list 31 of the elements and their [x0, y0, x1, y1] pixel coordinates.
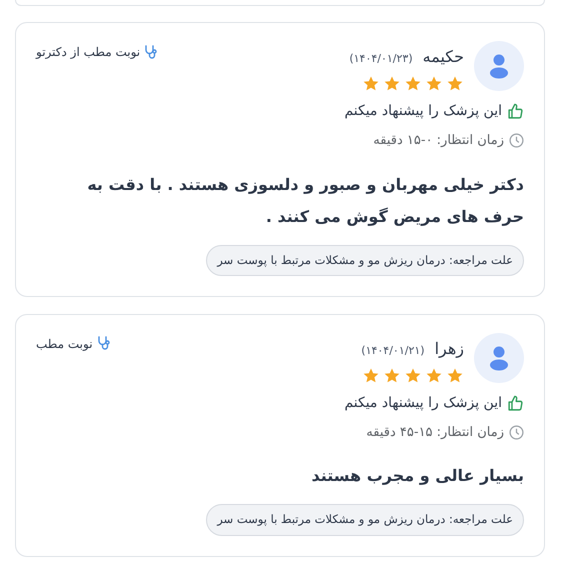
star-icon — [404, 75, 422, 93]
wait-time: زمان انتظار: ۰-۱۵ دقیقه — [373, 132, 504, 150]
booking-type: نوبت مطب — [36, 336, 93, 353]
clock-icon — [509, 133, 524, 148]
visit-reason-tag: علت مراجعه: درمان ریزش مو و مشکلات مرتبط با پوست سر — [206, 244, 524, 276]
review-comment: دکتر خیلی مهربان و صبور و دلسوزی هستند . با دقت به حرف های مریض گوش می کنند . — [86, 174, 524, 228]
star-icon — [404, 366, 422, 385]
star-icon — [425, 75, 443, 93]
avatar-icon — [474, 41, 524, 91]
recommendation-text: این پزشک را پیشنهاد میکنم — [344, 394, 502, 413]
stethoscope-icon — [144, 44, 158, 60]
reviewer-name: زهرا — [434, 338, 464, 360]
reviewer-name: حکیمه — [422, 46, 464, 68]
booking-type: نوبت مطب از دکترتو — [36, 44, 140, 61]
thumbs-up-icon — [507, 103, 524, 120]
thumbs-up-icon — [507, 394, 524, 412]
star-icon — [383, 366, 401, 385]
stethoscope-icon — [96, 336, 111, 352]
recommendation-text: این پزشک را پیشنهاد میکنم — [344, 102, 502, 121]
review-date: (۱۴۰۴/۰۱/۲۳) — [349, 51, 413, 67]
star-icon — [362, 75, 380, 93]
review-comment: بسیار عالی و مجرب هستند — [310, 465, 524, 488]
star-icon — [425, 366, 443, 385]
star-icon — [446, 366, 464, 385]
clock-icon — [509, 425, 524, 440]
star-icon — [362, 366, 380, 385]
review-date: (۱۴۰۴/۰۱/۲۱) — [361, 342, 425, 359]
visit-reason-tag: علت مراجعه: درمان ریزش مو و مشکلات مرتبط با پوست سر — [206, 504, 524, 536]
wait-time: زمان انتظار: ۱۵-۴۵ دقیقه — [366, 424, 504, 442]
star-icon — [446, 75, 464, 93]
star-icon — [383, 75, 401, 93]
